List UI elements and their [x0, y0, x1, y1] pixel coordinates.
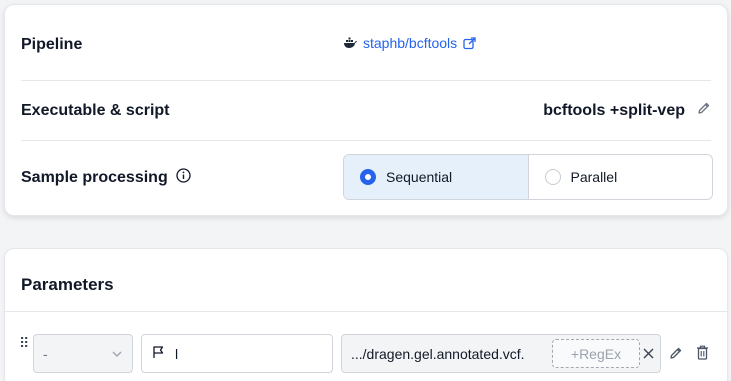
- pipeline-settings-card: Pipeline staphb/bcftools Executable & sc…: [4, 4, 728, 216]
- trash-icon[interactable]: [696, 345, 709, 365]
- option-parallel-label: Parallel: [570, 169, 618, 185]
- chevron-down-icon: [111, 347, 123, 363]
- radio-selected-icon: [360, 169, 376, 185]
- executable-value: bcftools +split-vep: [543, 101, 711, 120]
- parameter-value-text: .../dragen.gel.annotated.vcf.: [351, 345, 525, 362]
- option-parallel[interactable]: Parallel: [529, 155, 713, 199]
- pipeline-link[interactable]: staphb/bcftools: [343, 35, 476, 51]
- radio-empty-icon: [544, 169, 561, 185]
- divider: [21, 80, 711, 81]
- option-sequential-label: Sequential: [386, 169, 453, 185]
- add-regex-button[interactable]: +RegEx: [552, 339, 640, 368]
- divider: [21, 140, 711, 141]
- drag-handle-icon[interactable]: ⠿: [19, 335, 29, 352]
- pipeline-label: Pipeline: [21, 36, 83, 53]
- option-sequential[interactable]: Sequential: [344, 155, 529, 199]
- pipeline-link-text[interactable]: staphb/bcftools: [363, 35, 457, 51]
- parameters-title: Parameters: [21, 275, 114, 294]
- flag-icon: [152, 345, 165, 362]
- info-icon[interactable]: [176, 168, 191, 188]
- executable-label: Executable & script: [21, 102, 170, 119]
- executable-script-text: bcftools +split-vep: [543, 101, 685, 119]
- close-icon[interactable]: [643, 346, 654, 362]
- parameter-type-select[interactable]: -: [33, 334, 133, 373]
- docker-whale-icon: [343, 37, 357, 49]
- parameters-card: Parameters ⠿ - l .../dragen.gel.annotate…: [4, 248, 728, 381]
- parameter-value-field[interactable]: .../dragen.gel.annotated.vcf. +RegEx: [341, 334, 661, 373]
- parameter-flag-input[interactable]: l: [141, 334, 333, 373]
- divider: [5, 311, 727, 312]
- parameter-flag-value: l: [175, 345, 179, 362]
- edit-parameter-icon[interactable]: [669, 346, 683, 365]
- sample-processing-label: Sample processing: [21, 169, 168, 186]
- external-link-icon: [463, 36, 476, 50]
- sample-processing-toggle: Sequential Parallel: [343, 154, 713, 200]
- parameter-type-value: -: [43, 345, 48, 362]
- pencil-icon[interactable]: [697, 101, 711, 120]
